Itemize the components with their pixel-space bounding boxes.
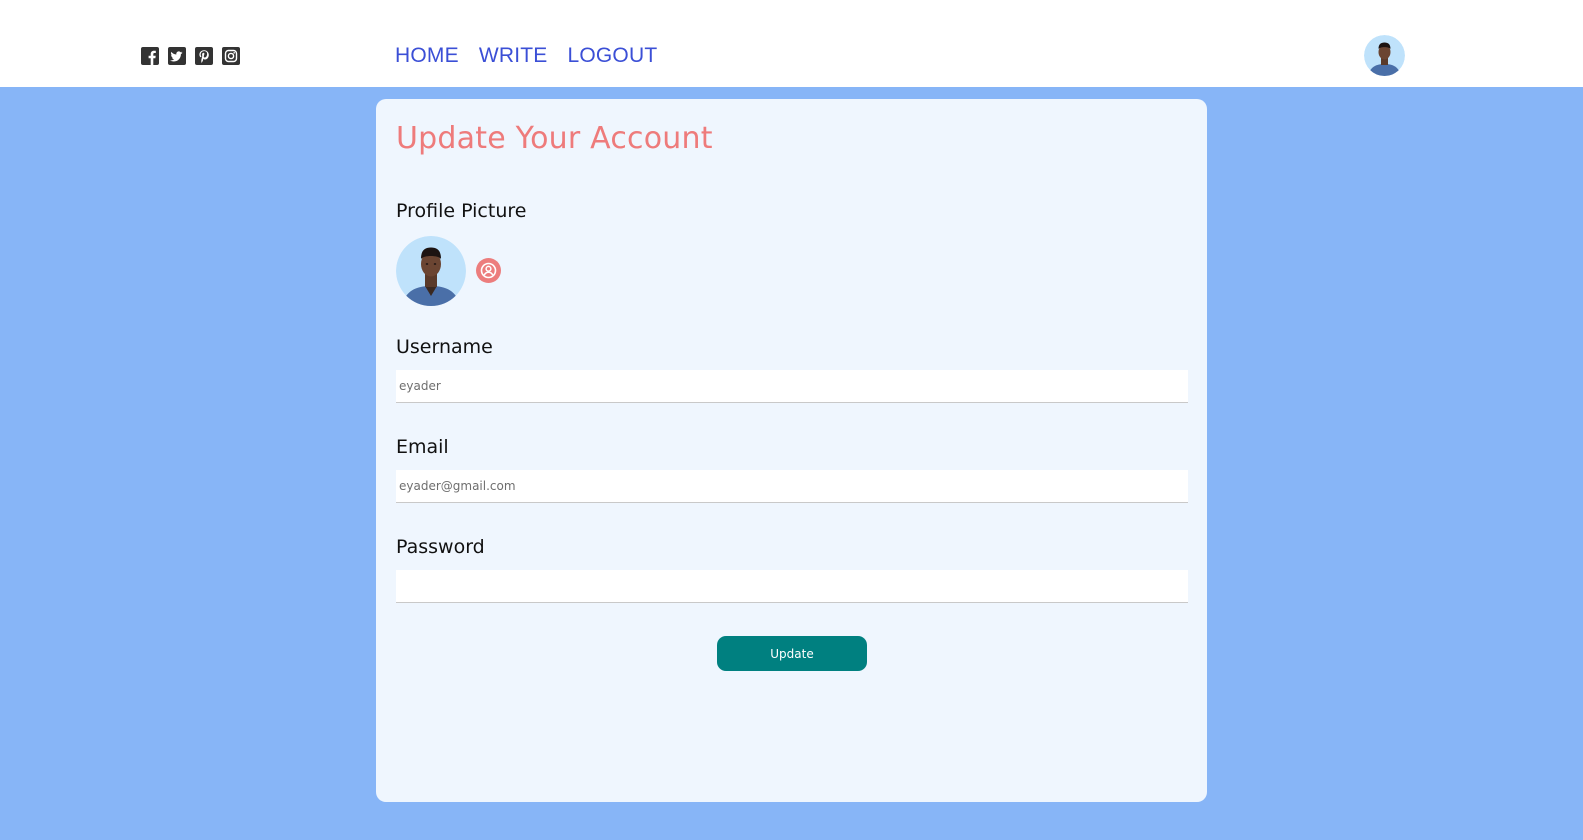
profile-picture — [396, 236, 466, 306]
main-nav: HOME WRITE LOGOUT — [395, 44, 657, 68]
top-bar: HOME WRITE LOGOUT — [0, 0, 1583, 87]
social-icons — [141, 47, 240, 65]
profile-picture-image — [396, 236, 466, 306]
update-button[interactable]: Update — [717, 636, 867, 671]
pinterest-icon[interactable] — [195, 47, 213, 65]
nav-home-link[interactable]: HOME — [395, 44, 459, 68]
page-title: Update Your Account — [396, 121, 713, 156]
upload-picture-button[interactable] — [476, 258, 501, 283]
password-label: Password — [396, 536, 485, 558]
profile-picture-label: Profile Picture — [396, 200, 527, 222]
twitter-icon[interactable] — [168, 47, 186, 65]
email-input[interactable] — [396, 470, 1188, 503]
update-account-card: Update Your Account Profile Picture User… — [376, 99, 1207, 802]
nav-write-link[interactable]: WRITE — [479, 44, 548, 68]
email-label: Email — [396, 436, 449, 458]
username-label: Username — [396, 336, 493, 358]
header-avatar[interactable] — [1364, 35, 1405, 76]
facebook-icon[interactable] — [141, 47, 159, 65]
instagram-icon[interactable] — [222, 47, 240, 65]
nav-logout-link[interactable]: LOGOUT — [567, 44, 657, 68]
avatar-image — [1364, 35, 1405, 76]
user-circle-icon — [480, 262, 497, 279]
password-input[interactable] — [396, 570, 1188, 603]
username-input[interactable] — [396, 370, 1188, 403]
